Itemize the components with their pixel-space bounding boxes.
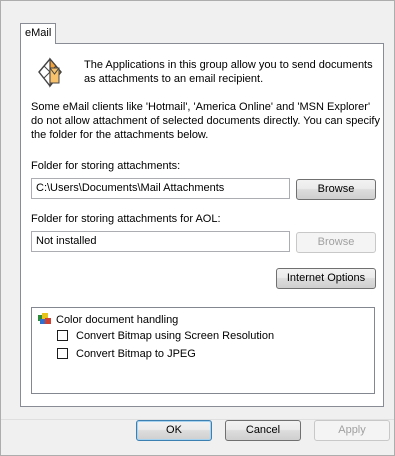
ok-button[interactable]: OK (136, 420, 212, 441)
option-convert-bitmap-screen-resolution[interactable]: Convert Bitmap using Screen Resolution (57, 330, 274, 343)
email-application-icon (35, 56, 65, 90)
email-properties-dialog: eMail The Applications in this group all… (0, 0, 395, 456)
checkbox[interactable] (57, 330, 68, 341)
aol-browse-button[interactable]: Browse (296, 232, 376, 253)
document-options-tree[interactable]: Color document handling Convert Bitmap u… (31, 307, 375, 394)
option-label: Convert Bitmap to JPEG (76, 348, 196, 360)
tab-email[interactable]: eMail (20, 23, 56, 44)
apply-button[interactable]: Apply (314, 420, 390, 441)
email-tab-panel: The Applications in this group allow you… (20, 43, 384, 407)
aol-folder-label: Folder for storing attachments for AOL: (31, 213, 221, 225)
attachments-folder-label: Folder for storing attachments: (31, 160, 181, 172)
attachments-browse-button[interactable]: Browse (296, 179, 376, 200)
option-label: Convert Bitmap using Screen Resolution (76, 330, 275, 342)
aol-folder-field[interactable]: Not installed (31, 231, 290, 252)
attachments-folder-field[interactable]: C:\Users\Documents\Mail Attachments (31, 178, 290, 199)
checkbox[interactable] (57, 348, 68, 359)
internet-options-button[interactable]: Internet Options (276, 268, 376, 289)
cancel-button[interactable]: Cancel (225, 420, 301, 441)
tree-root-item[interactable]: Color document handling (38, 313, 178, 327)
note-text: Some eMail clients like 'Hotmail', 'Amer… (31, 101, 380, 141)
option-convert-bitmap-jpeg[interactable]: Convert Bitmap to JPEG (57, 348, 196, 361)
color-palette-icon (38, 313, 52, 325)
intro-text: The Applications in this group allow you… (84, 59, 373, 85)
tree-root-label: Color document handling (56, 314, 179, 326)
